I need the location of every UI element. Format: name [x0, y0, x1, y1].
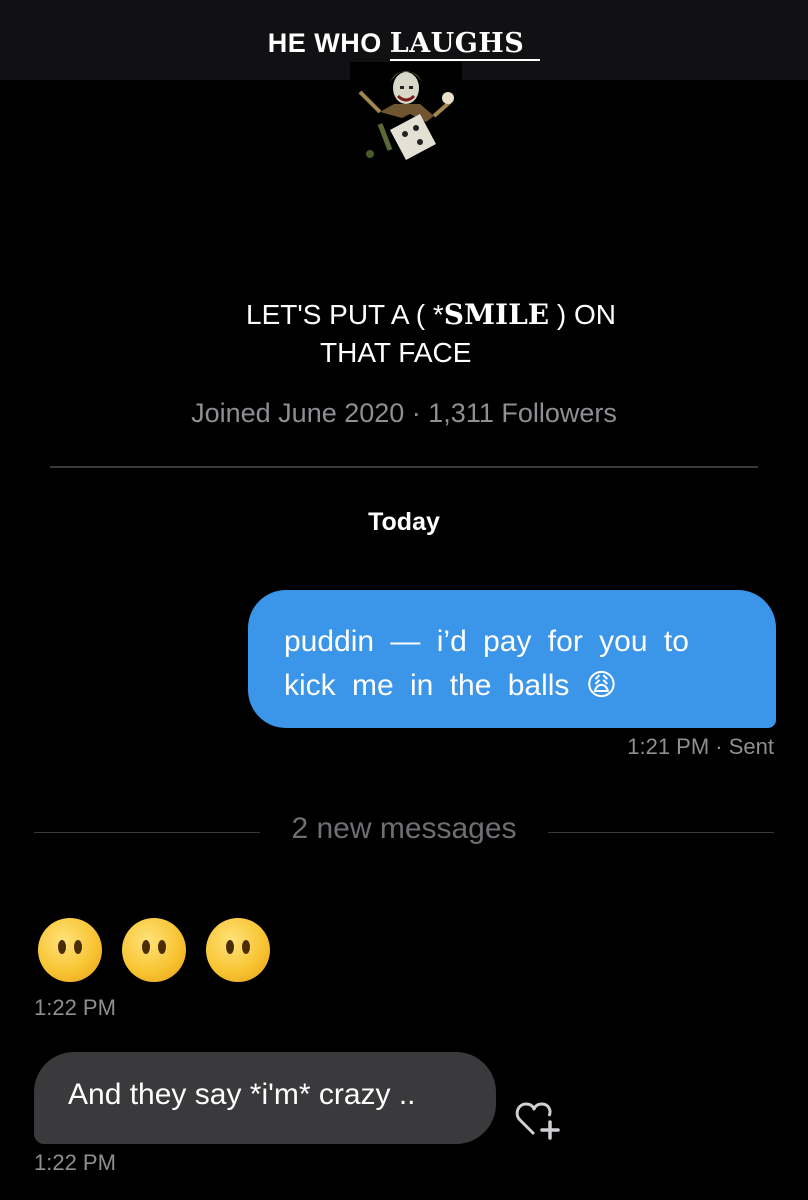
new-messages-separator: 2 new messages	[291, 812, 517, 845]
joker-avatar-icon[interactable]	[350, 62, 462, 166]
add-reaction-heart-icon[interactable]	[514, 1100, 562, 1140]
outgoing-message-line-1: puddin — i’d pay for you to	[284, 625, 689, 658]
outgoing-message-text: kick me in the balls	[284, 669, 570, 702]
title-part-2: LAUGHS	[389, 28, 541, 61]
incoming-message-time: 1:22 PM	[34, 1150, 116, 1175]
outgoing-message-line-2: kick me in the balls 😩	[284, 664, 742, 708]
incoming-message-bubble[interactable]: And they say *i'm* crazy ..	[34, 1052, 496, 1144]
outgoing-time: 1:21 PM	[627, 734, 710, 759]
outgoing-message-bubble[interactable]: puddin — i’d pay for you to kick me in t…	[248, 590, 776, 728]
bio-text-a: LET'S PUT A ( *	[246, 299, 444, 330]
new-messages-line-left	[34, 832, 260, 833]
bio-text-line-2: THAT FACE	[320, 337, 472, 368]
conversation-title[interactable]: HE WHO LAUGHS	[0, 28, 808, 61]
face-without-mouth-icon	[206, 918, 270, 982]
bio-text-c: ) ON	[549, 299, 617, 330]
weary-face-emoji: 😩	[585, 669, 618, 702]
outgoing-status: 1:21 PM · Sent	[627, 734, 774, 760]
profile-bio: LET'S PUT A ( *SMILE ) ON THAT FACE	[246, 296, 706, 372]
day-label: Today	[368, 508, 440, 536]
sent-status: · Sent	[715, 734, 774, 759]
divider	[50, 466, 758, 468]
face-without-mouth-icon	[122, 918, 186, 982]
incoming-emoji-time: 1:22 PM	[34, 995, 116, 1020]
incoming-message-text: And they say *i'm* crazy ..	[68, 1078, 416, 1111]
face-without-mouth-icon	[38, 918, 102, 982]
new-messages-line-right	[548, 832, 774, 833]
title-part-1: HE WHO	[267, 28, 382, 58]
bio-text-smile: SMILE	[443, 298, 550, 331]
profile-meta: Joined June 2020 · 1,311 Followers	[191, 398, 617, 428]
